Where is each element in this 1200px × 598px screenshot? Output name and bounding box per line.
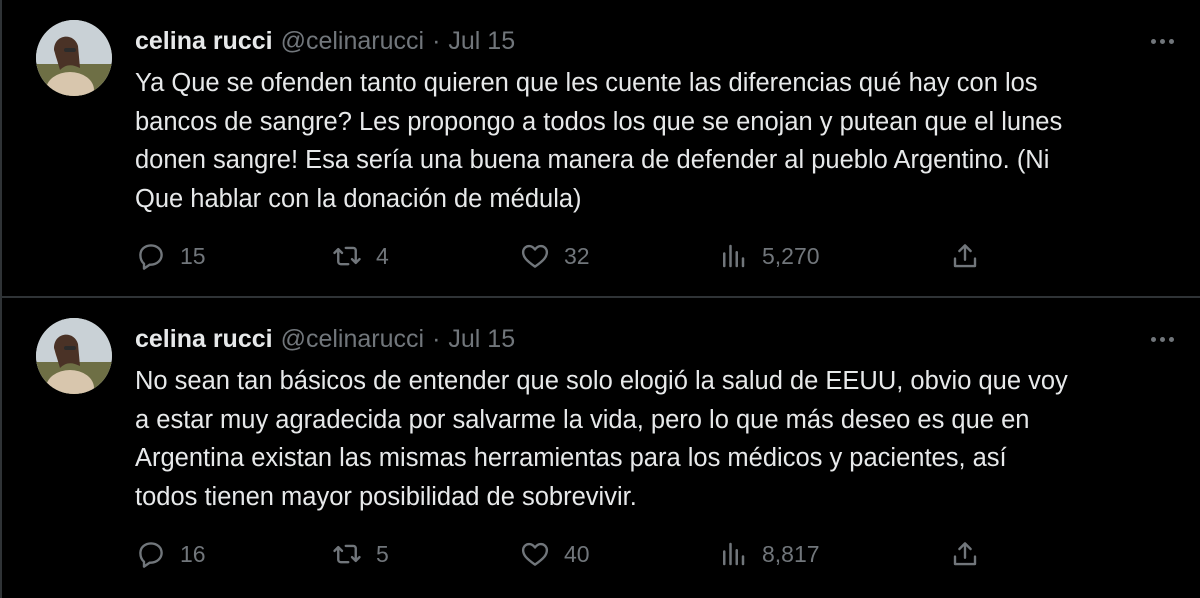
like-count: 32 <box>564 242 590 269</box>
tweet-text-line: donen sangre! Esa sería una buena manera… <box>135 146 1050 174</box>
tweet-header: celina rucci @celinarucci · Jul 15 <box>135 324 515 354</box>
tweet-text-line: Que hablar con la donación de médula) <box>135 184 582 213</box>
avatar[interactable] <box>36 20 112 96</box>
separator-dot: · <box>432 324 441 353</box>
tweet-text-line: Argentina existan las mismas herramienta… <box>135 444 1007 472</box>
views-icon <box>723 542 745 566</box>
separator-dot: · <box>432 26 441 55</box>
retweet-icon <box>333 246 361 266</box>
like-button[interactable]: 32 <box>520 236 590 276</box>
views-button[interactable]: 5,270 <box>718 236 820 276</box>
tweet-text-line: todos tienen mayor posibilidad de sobrev… <box>135 482 637 511</box>
share-icon <box>953 244 977 268</box>
views-icon <box>723 244 745 268</box>
reply-icon <box>139 244 163 270</box>
tweet-header: celina rucci @celinarucci · Jul 15 <box>135 26 515 56</box>
avatar[interactable] <box>36 318 112 394</box>
more-icon[interactable] <box>1144 326 1180 352</box>
tweet[interactable]: celina rucci @celinarucci · Jul 15 No se… <box>2 298 1200 598</box>
like-button[interactable]: 40 <box>520 534 590 574</box>
like-count: 40 <box>564 540 590 567</box>
heart-icon <box>521 244 549 268</box>
action-bar: 16 5 40 8,817 <box>2 534 1200 574</box>
timeline: celina rucci @celinarucci · Jul 15 Ya Qu… <box>0 0 1200 598</box>
more-icon[interactable] <box>1144 28 1180 54</box>
heart-icon <box>521 542 549 566</box>
retweet-icon <box>333 544 361 564</box>
reply-count: 15 <box>180 242 206 269</box>
reply-button[interactable]: 16 <box>136 534 206 574</box>
reply-count: 16 <box>180 540 206 567</box>
author-name[interactable]: celina rucci <box>135 325 273 354</box>
author-handle[interactable]: @celinarucci <box>281 27 424 56</box>
retweet-button[interactable]: 4 <box>332 236 389 276</box>
views-count: 5,270 <box>762 242 820 269</box>
tweet-text: Ya Que se ofenden tanto quieren que les … <box>135 64 1175 218</box>
reply-button[interactable]: 15 <box>136 236 206 276</box>
share-icon <box>953 542 977 566</box>
share-button[interactable] <box>950 236 980 276</box>
tweet-text-line: No sean tan básicos de entender que solo… <box>135 367 1068 395</box>
retweet-button[interactable]: 5 <box>332 534 389 574</box>
reply-icon <box>139 542 163 568</box>
tweet-text-line: Ya Que se ofenden tanto quieren que les … <box>135 69 1038 97</box>
views-button[interactable]: 8,817 <box>718 534 820 574</box>
views-count: 8,817 <box>762 540 820 567</box>
share-button[interactable] <box>950 534 980 574</box>
tweet-date[interactable]: Jul 15 <box>448 27 515 56</box>
tweet[interactable]: celina rucci @celinarucci · Jul 15 Ya Qu… <box>2 0 1200 298</box>
tweet-text-line: a estar muy agradecida por salvarme la v… <box>135 405 1030 434</box>
author-handle[interactable]: @celinarucci <box>281 325 424 354</box>
tweet-text-line: bancos de sangre? Les propongo a todos l… <box>135 107 1063 136</box>
retweet-count: 5 <box>376 540 389 567</box>
tweet-date[interactable]: Jul 15 <box>448 325 515 354</box>
tweet-text: No sean tan básicos de entender que solo… <box>135 362 1175 516</box>
action-bar: 15 4 32 5,270 <box>2 236 1200 276</box>
author-name[interactable]: celina rucci <box>135 27 273 56</box>
retweet-count: 4 <box>376 242 389 269</box>
